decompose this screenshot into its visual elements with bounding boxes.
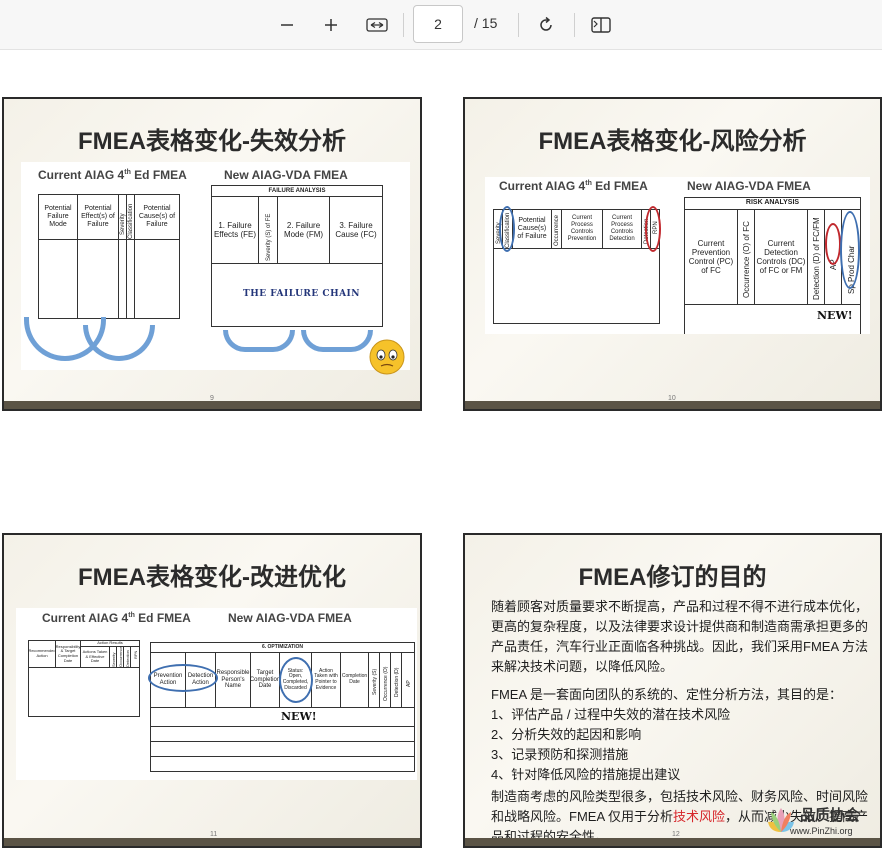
table-header-cell: Potential Cause(s) of Failure: [512, 209, 552, 249]
logo-chinese-text: 品质协会: [800, 807, 861, 824]
plus-icon: [325, 19, 337, 31]
failure-chain-banner: THE FAILURE CHAIN: [243, 289, 360, 299]
table-header-cell: Responsible Person's Name: [215, 652, 251, 708]
slide-title: FMEA修订的目的: [578, 564, 767, 591]
page-number: 11: [210, 831, 218, 838]
page-total-label: / 15: [474, 15, 498, 31]
purpose-list-item: 3、记录预防和探测措施: [491, 747, 629, 762]
two-page-view-icon: [591, 17, 611, 33]
page-number: 10: [668, 395, 676, 402]
purpose-paragraph: 随着顾客对质量要求不断提高，产品和过程不得不进行成本优化，更高的复杂程度，以及法…: [491, 599, 869, 674]
table-row: [150, 741, 415, 757]
current-fmea-label: Current AIAG 4th Ed FMEA: [38, 168, 187, 182]
page-number-input[interactable]: [413, 5, 463, 43]
slide-thumbnail-12[interactable]: FMEA修订的目的 随着顾客对质量要求不断提高，产品和过程不得不进行成本优化，更…: [463, 533, 882, 848]
zoom-out-button[interactable]: [271, 9, 303, 41]
purpose-list-item: 1、评估产品 / 过程中失效的潜在技术风险: [491, 707, 731, 722]
toolbar-divider: [574, 13, 575, 37]
table-header-cell: Actions Taken & Effective Date: [80, 646, 110, 668]
toolbar-divider: [518, 13, 519, 37]
curved-arrow: [83, 325, 155, 361]
table-body-cell: [134, 239, 180, 319]
highlight-ring: [148, 664, 218, 692]
new-badge: NEW!: [281, 710, 317, 723]
fmea-comparison-figure: Current AIAG 4th Ed FMEA New AIAG-VDA FM…: [485, 177, 870, 334]
table-body: [28, 667, 140, 717]
fmea-comparison-figure: Current AIAG 4th Ed FMEA New AIAG-VDA FM…: [16, 608, 417, 780]
curved-arrow: [223, 330, 295, 352]
slide-thumbnail-10[interactable]: FMEA表格变化-风险分析 Current AIAG 4th Ed FMEA N…: [463, 97, 882, 411]
table-header-cell: 1. Failure Effects (FE): [211, 196, 259, 264]
page-number: 12: [672, 831, 680, 838]
fit-width-icon: [366, 18, 388, 32]
slide-title: FMEA表格变化-风险分析: [538, 128, 807, 155]
new-fmea-label: New AIAG-VDA FMEA: [687, 179, 811, 193]
minus-icon: [281, 24, 293, 26]
slide-title: FMEA表格变化-失效分析: [78, 128, 346, 155]
new-fmea-label: New AIAG-VDA FMEA: [228, 611, 352, 625]
current-fmea-label: Current AIAG 4th Ed FMEA: [499, 179, 648, 193]
highlight-ring: [645, 206, 661, 252]
table-header-cell: Recommended Action: [28, 640, 56, 668]
table-header-cell: RPN: [130, 646, 140, 668]
table-header-cell: Action Taken with Pointer to Evidence: [311, 652, 341, 708]
table-header-cell: Responsibility & Target Completion Date: [55, 640, 81, 668]
table-header-cell: 2. Failure Mode (FM): [277, 196, 330, 264]
slide-thumbnail-9[interactable]: FMEA表格变化-失效分析 Current AIAG 4th Ed FMEA N…: [2, 97, 422, 411]
fit-width-button[interactable]: [361, 9, 393, 41]
table-header-cell: Detection (D) of FC/FM: [807, 209, 825, 305]
page-number: 9: [210, 395, 214, 402]
table-header-cell: Current Process Controls Prevention: [561, 209, 603, 249]
definition-paragraph: FMEA 是一套面向团队的系统的、定性分析方法，其目的是：: [491, 687, 843, 702]
slide-title: FMEA表格变化-改进优化: [78, 564, 346, 591]
table-header-cell: AP: [401, 652, 415, 708]
highlight-ring: [825, 223, 841, 265]
page-view-button[interactable]: [585, 9, 617, 41]
highlight-ring: [840, 211, 860, 289]
worried-emoji-icon: [369, 339, 405, 375]
table-header-cell: Current Prevention Control (PC) of FC: [684, 209, 738, 305]
table-body: [493, 248, 660, 324]
purpose-list-item: 4、针对降低风险的措施提出建议: [491, 767, 681, 782]
purpose-list-item: 2、分析失效的起因和影响: [491, 727, 642, 742]
rotate-icon: [540, 16, 552, 31]
new-fmea-label: New AIAG-VDA FMEA: [224, 168, 348, 182]
table-header-cell: Severity (S) of FE: [258, 196, 278, 264]
slide-thumbnail-11[interactable]: FMEA表格变化-改进优化 Current AIAG 4th Ed FMEA N…: [2, 533, 422, 848]
highlight-ring: [499, 206, 515, 252]
zoom-in-button[interactable]: [315, 9, 347, 41]
curved-arrow: [301, 330, 373, 352]
table-header-cell: Potential Cause(s) of Failure: [134, 194, 180, 240]
table-header-cell: Current Process Controls Detection: [602, 209, 642, 249]
table-body-cell: [77, 239, 119, 319]
table-row: [150, 756, 415, 772]
table-header-cell: Occurrence (O) of FC: [737, 209, 755, 305]
table-body-cell: [38, 239, 78, 319]
fmea-comparison-figure: Current AIAG 4th Ed FMEA New AIAG-VDA FM…: [21, 162, 410, 370]
table-header-cell: Target Completion Date: [250, 652, 280, 708]
table-header-cell: Potential Effect(s) of Failure: [77, 194, 119, 240]
highlight-ring: [279, 657, 313, 703]
current-fmea-label: Current AIAG 4th Ed FMEA: [42, 611, 191, 625]
table-header-cell: Current Detection Controls (DC) of FC or…: [754, 209, 808, 305]
pdf-toolbar: / 15: [0, 0, 882, 50]
table-header-cell: Potential Failure Mode: [38, 194, 78, 240]
watermark-logo: 品质协会 www.PinZhi.org: [764, 798, 876, 844]
toolbar-divider: [403, 13, 404, 37]
logo-url-text: www.PinZhi.org: [790, 826, 853, 836]
new-badge: NEW!: [817, 309, 853, 322]
table-header-cell: 3. Failure Cause (FC): [329, 196, 383, 264]
rotate-button[interactable]: [530, 9, 562, 41]
table-row: [150, 726, 415, 742]
table-header-cell: Completion Date: [340, 652, 369, 708]
